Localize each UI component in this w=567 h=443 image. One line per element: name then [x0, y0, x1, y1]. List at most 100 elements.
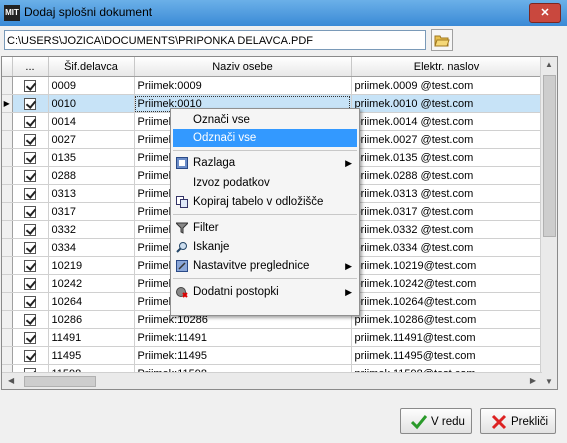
scroll-left-icon[interactable]: ◀ — [8, 376, 14, 385]
cell-email[interactable]: priimek.0010 @test.com — [351, 94, 543, 113]
row-indicator[interactable] — [2, 112, 13, 131]
menu-item-copy-table[interactable]: Kopiraj tabelo v odložišče — [173, 193, 357, 211]
menu-item-select-all[interactable]: Označi vse — [173, 111, 357, 129]
checkbox-checked-icon[interactable] — [24, 332, 36, 344]
checkbox-checked-icon[interactable] — [24, 278, 36, 290]
row-checkbox[interactable] — [12, 292, 49, 311]
menu-item-filter[interactable]: Filter — [173, 219, 357, 237]
column-header-name[interactable]: Naziv osebe — [134, 57, 352, 77]
cell-email[interactable]: priimek.11495@test.com — [351, 346, 543, 365]
row-indicator[interactable]: ▶ — [2, 94, 13, 113]
checkbox-checked-icon[interactable] — [24, 98, 36, 110]
menu-item-additional-procedures[interactable]: Dodatni postopki ▶ — [173, 283, 357, 301]
checkbox-checked-icon[interactable] — [24, 242, 36, 254]
row-indicator[interactable] — [2, 256, 13, 275]
checkbox-checked-icon[interactable] — [24, 152, 36, 164]
cell-email[interactable]: priimek.0334 @test.com — [351, 238, 543, 257]
cell-id[interactable]: 0009 — [48, 76, 135, 95]
horizontal-scroll-thumb[interactable] — [24, 376, 96, 387]
horizontal-scrollbar[interactable]: ◀ ▶ — [2, 372, 542, 389]
cell-id[interactable]: 0135 — [48, 148, 135, 167]
row-indicator[interactable] — [2, 292, 13, 311]
cell-name[interactable]: Priimek:0009 — [134, 76, 352, 95]
cell-email[interactable]: priimek.0027 @test.com — [351, 130, 543, 149]
row-indicator[interactable] — [2, 148, 13, 167]
row-checkbox[interactable] — [12, 238, 49, 257]
row-indicator[interactable] — [2, 202, 13, 221]
cell-id[interactable]: 0313 — [48, 184, 135, 203]
row-indicator[interactable] — [2, 166, 13, 185]
cell-email[interactable]: priimek.0009 @test.com — [351, 76, 543, 95]
cell-email[interactable]: priimek.0317 @test.com — [351, 202, 543, 221]
row-checkbox[interactable] — [12, 130, 49, 149]
checkbox-checked-icon[interactable] — [24, 206, 36, 218]
cell-id[interactable]: 0288 — [48, 166, 135, 185]
row-indicator[interactable] — [2, 328, 13, 347]
row-checkbox[interactable] — [12, 76, 49, 95]
row-checkbox[interactable] — [12, 202, 49, 221]
ok-button[interactable]: V redu — [400, 408, 472, 434]
table-row[interactable]: 11491 Priimek:11491 priimek.11491@test.com — [2, 328, 543, 347]
scroll-up-icon[interactable]: ▲ — [545, 60, 553, 69]
cell-id[interactable]: 10242 — [48, 274, 135, 293]
cell-id[interactable]: 10219 — [48, 256, 135, 275]
cell-email[interactable]: priimek.11491@test.com — [351, 328, 543, 347]
checkbox-checked-icon[interactable] — [24, 170, 36, 182]
checkbox-checked-icon[interactable] — [24, 314, 36, 326]
cell-id[interactable]: 10264 — [48, 292, 135, 311]
cell-id[interactable]: 0332 — [48, 220, 135, 239]
row-indicator[interactable] — [2, 238, 13, 257]
cell-email[interactable]: priimek.0288 @test.com — [351, 166, 543, 185]
column-header-id[interactable]: Šif.delavca — [48, 57, 135, 77]
cell-email[interactable]: priimek.10264@test.com — [351, 292, 543, 311]
checkbox-checked-icon[interactable] — [24, 260, 36, 272]
column-header-select[interactable]: ... — [12, 57, 49, 77]
cancel-button[interactable]: Prekliči — [480, 408, 556, 434]
row-checkbox[interactable] — [12, 112, 49, 131]
row-checkbox[interactable] — [12, 274, 49, 293]
browse-folder-button[interactable] — [431, 29, 453, 51]
row-checkbox[interactable] — [12, 328, 49, 347]
cell-email[interactable]: priimek.0313 @test.com — [351, 184, 543, 203]
cell-email[interactable]: priimek.0014 @test.com — [351, 112, 543, 131]
scroll-right-icon[interactable]: ▶ — [530, 376, 536, 385]
cell-id[interactable]: 11491 — [48, 328, 135, 347]
cell-email[interactable]: priimek.10219@test.com — [351, 256, 543, 275]
row-checkbox[interactable] — [12, 220, 49, 239]
row-checkbox[interactable] — [12, 166, 49, 185]
table-row[interactable]: 0009 Priimek:0009 priimek.0009 @test.com — [2, 76, 543, 95]
checkbox-checked-icon[interactable] — [24, 116, 36, 128]
row-indicator[interactable] — [2, 220, 13, 239]
close-button[interactable]: ✕ — [529, 3, 561, 23]
row-checkbox[interactable] — [12, 256, 49, 275]
row-checkbox[interactable] — [12, 346, 49, 365]
cell-id[interactable]: 0317 — [48, 202, 135, 221]
menu-item-export[interactable]: Izvoz podatkov — [173, 174, 357, 192]
menu-item-explanation[interactable]: Razlaga ▶ — [173, 154, 357, 172]
cell-email[interactable]: priimek.10242@test.com — [351, 274, 543, 293]
cell-email[interactable]: priimek.0135 @test.com — [351, 148, 543, 167]
cell-id[interactable]: 0014 — [48, 112, 135, 131]
checkbox-checked-icon[interactable] — [24, 80, 36, 92]
row-checkbox[interactable] — [12, 184, 49, 203]
cell-id[interactable]: 0010 — [48, 94, 135, 113]
checkbox-checked-icon[interactable] — [24, 134, 36, 146]
cell-id[interactable]: 0027 — [48, 130, 135, 149]
cell-email[interactable]: priimek.0332 @test.com — [351, 220, 543, 239]
column-header-email[interactable]: Elektr. naslov — [351, 57, 543, 77]
file-path-field[interactable]: C:\USERS\JOZICA\DOCUMENTS\PRIPONKA DELAV… — [4, 30, 426, 50]
cell-id[interactable]: 10286 — [48, 310, 135, 329]
cell-name[interactable]: Priimek:11495 — [134, 346, 352, 365]
row-checkbox[interactable] — [12, 94, 49, 113]
checkbox-checked-icon[interactable] — [24, 350, 36, 362]
checkbox-checked-icon[interactable] — [24, 188, 36, 200]
cell-id[interactable]: 11495 — [48, 346, 135, 365]
row-indicator[interactable] — [2, 346, 13, 365]
menu-item-grid-settings[interactable]: Nastavitve preglednice ▶ — [173, 257, 357, 275]
table-row[interactable]: 11495 Priimek:11495 priimek.11495@test.com — [2, 346, 543, 365]
row-checkbox[interactable] — [12, 310, 49, 329]
menu-item-search[interactable]: Iskanje — [173, 238, 357, 256]
row-indicator[interactable] — [2, 130, 13, 149]
row-indicator[interactable] — [2, 310, 13, 329]
checkbox-checked-icon[interactable] — [24, 296, 36, 308]
